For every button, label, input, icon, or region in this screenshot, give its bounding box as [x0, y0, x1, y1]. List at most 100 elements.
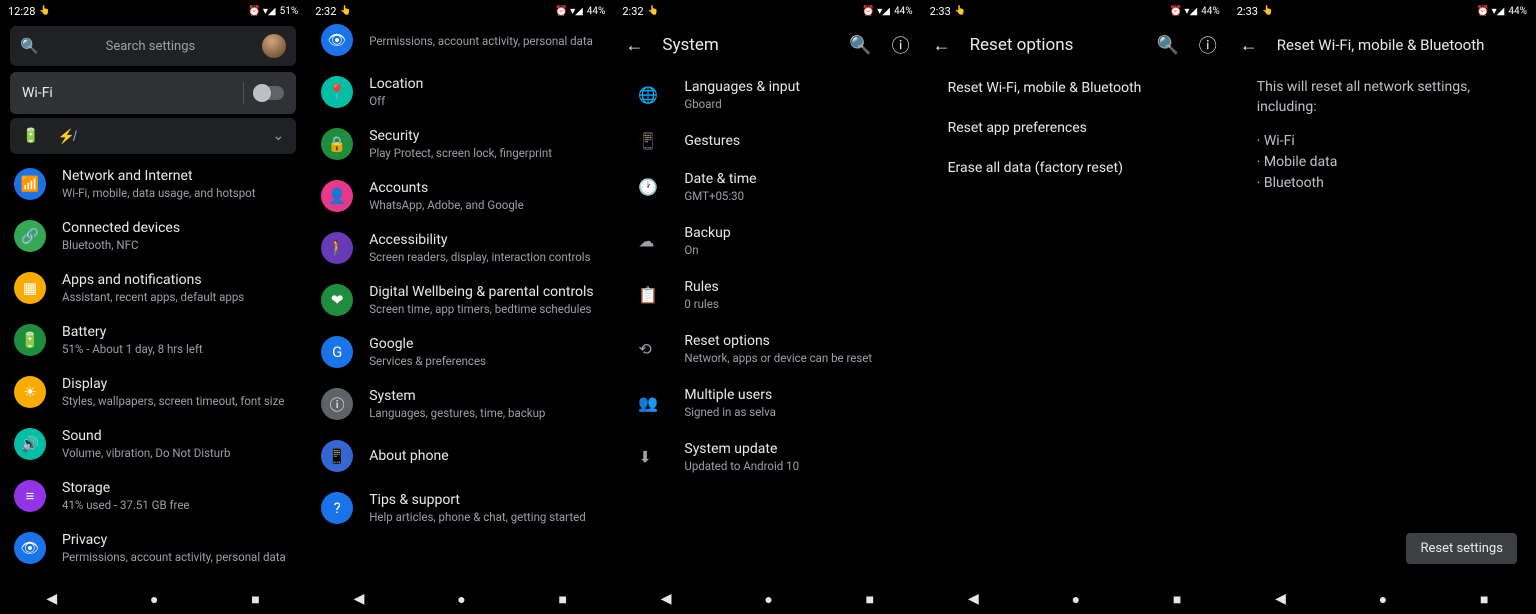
settings-row-partial[interactable]: 👁 Permissions, account activity, persona…	[313, 22, 607, 66]
settings-row[interactable]: 📶 Network and Internet Wi-Fi, mobile, da…	[6, 158, 300, 210]
settings-row[interactable]: 🔋 Battery 51% - About 1 day, 8 hrs left	[6, 314, 300, 366]
nav-home-icon[interactable]: ●	[764, 591, 772, 608]
row-icon: ❤	[321, 284, 353, 316]
settings-row[interactable]: 🚶 Accessibility Screen readers, display,…	[313, 222, 607, 274]
nav-bar: ◀ ● ■	[0, 584, 306, 614]
row-icon: 📱	[321, 440, 353, 472]
nav-back-icon[interactable]: ◀	[354, 591, 365, 607]
battery-chip-icon: 🔋	[22, 128, 39, 144]
nav-recent-icon[interactable]: ■	[866, 591, 874, 608]
settings-row[interactable]: 🔊 Sound Volume, vibration, Do Not Distur…	[6, 418, 300, 470]
avatar[interactable]	[262, 34, 286, 58]
row-title: Network and Internet	[62, 168, 292, 184]
settings-row[interactable]: ▦ Apps and notifications Assistant, rece…	[6, 262, 300, 314]
system-row[interactable]: 👥 Multiple users Signed in as selva	[620, 376, 914, 430]
settings-row[interactable]: ? Tips & support Help articles, phone & …	[313, 482, 607, 534]
status-bar: 2:32 👆 ⏰ ▾◢ 44%	[307, 0, 613, 22]
row-sub: Volume, vibration, Do Not Disturb	[62, 446, 292, 460]
settings-row[interactable]: G Google Services & preferences	[313, 326, 607, 378]
wifi-toggle[interactable]	[254, 86, 284, 100]
row-icon: 📶	[14, 168, 46, 200]
row-title: System	[369, 388, 599, 404]
search-placeholder: Search settings	[39, 39, 263, 54]
row-title: Battery	[62, 324, 292, 340]
system-row[interactable]: 🌐 Languages & input Gboard	[620, 68, 914, 122]
settings-row[interactable]: 🔒 Security Play Protect, screen lock, fi…	[313, 118, 607, 170]
row-icon: 🔗	[14, 220, 46, 252]
row-title: Connected devices	[62, 220, 292, 236]
nav-recent-icon[interactable]: ■	[1173, 591, 1181, 608]
status-bar: 12:28 👆 ⏰ ▾◢ 51%	[0, 0, 306, 22]
row-sub: 0 rules	[684, 297, 900, 311]
reset-option-row[interactable]: Reset app preferences	[928, 108, 1222, 148]
nav-bar: ◀ ● ■	[307, 584, 613, 614]
battery: 51%	[280, 6, 299, 17]
settings-row[interactable]: ☀ Display Styles, wallpapers, screen tim…	[6, 366, 300, 418]
system-row[interactable]: ⬇ System update Updated to Android 10	[620, 430, 914, 484]
back-icon[interactable]: ←	[930, 35, 954, 56]
settings-row[interactable]: ⓘ System Languages, gestures, time, back…	[313, 378, 607, 430]
reset-settings-button[interactable]: Reset settings	[1406, 533, 1516, 564]
touch-icon: 👆	[1262, 6, 1273, 16]
clock: 2:33	[930, 5, 951, 18]
nav-back-icon[interactable]: ◀	[661, 591, 672, 607]
system-row[interactable]: 📋 Rules 0 rules	[620, 268, 914, 322]
help-icon[interactable]: ⓘ	[1196, 32, 1220, 58]
search-icon[interactable]: 🔍	[849, 35, 873, 56]
settings-row[interactable]: 👤 Accounts WhatsApp, Adobe, and Google	[313, 170, 607, 222]
nav-recent-icon[interactable]: ■	[1480, 591, 1488, 608]
help-icon[interactable]: ⓘ	[889, 32, 913, 58]
row-title: Google	[369, 336, 599, 352]
system-row[interactable]: ☁ Backup On	[620, 214, 914, 268]
settings-row[interactable]: ≡ Storage 41% used - 37.51 GB free	[6, 470, 300, 522]
row-icon: 🕐	[638, 178, 658, 197]
nav-home-icon[interactable]: ●	[457, 591, 465, 608]
wifi-chip[interactable]: Wi-Fi	[10, 72, 296, 114]
bullet-item: · Mobile data	[1257, 152, 1507, 173]
back-icon[interactable]: ←	[622, 35, 646, 56]
reset-option-row[interactable]: Reset Wi-Fi, mobile & Bluetooth	[928, 68, 1222, 108]
system-row[interactable]: ⟲ Reset options Network, apps or device …	[620, 322, 914, 376]
nav-recent-icon[interactable]: ■	[251, 591, 259, 608]
row-icon: ⟲	[638, 340, 651, 359]
nav-back-icon[interactable]: ◀	[968, 591, 979, 607]
row-title: Rules	[684, 279, 900, 295]
row-sub: Signed in as selva	[684, 405, 900, 419]
system-row[interactable]: 🕐 Date & time GMT+05:30	[620, 160, 914, 214]
nav-home-icon[interactable]: ●	[1379, 591, 1387, 608]
status-indicators: ⏰ ▾◢	[1477, 6, 1505, 17]
touch-icon: 👆	[648, 6, 659, 16]
chevron-down-icon[interactable]: ⌄	[272, 128, 284, 144]
status-bar: 2:33 👆 ⏰ ▾◢ 44%	[922, 0, 1228, 22]
clock: 2:32	[622, 5, 643, 18]
nav-home-icon[interactable]: ●	[150, 591, 158, 608]
nav-home-icon[interactable]: ●	[1072, 591, 1080, 608]
row-icon: 📍	[321, 76, 353, 108]
row-icon: 🔋	[14, 324, 46, 356]
nav-back-icon[interactable]: ◀	[1275, 591, 1286, 607]
nav-recent-icon[interactable]: ■	[558, 591, 566, 608]
intro-paragraph: This will reset all network settings, in…	[1235, 68, 1529, 127]
search-bar[interactable]: 🔍 Search settings	[10, 26, 296, 66]
row-sub: On	[684, 243, 900, 257]
touch-icon: 👆	[955, 6, 966, 16]
reset-option-row[interactable]: Erase all data (factory reset)	[928, 148, 1222, 188]
row-title: Privacy	[62, 532, 292, 548]
settings-row[interactable]: 🔗 Connected devices Bluetooth, NFC	[6, 210, 300, 262]
settings-row[interactable]: 📍 Location Off	[313, 66, 607, 118]
quick-chip-bar[interactable]: 🔋 ⚡̸ ⌄	[10, 118, 296, 154]
back-icon[interactable]: ←	[1237, 35, 1261, 56]
row-icon: ⬇	[638, 448, 651, 467]
privacy-icon: 👁	[321, 24, 353, 56]
row-sub: Assistant, recent apps, default apps	[62, 290, 292, 304]
settings-row[interactable]: 👁 Privacy Permissions, account activity,…	[6, 522, 300, 574]
nav-back-icon[interactable]: ◀	[46, 591, 57, 607]
nav-bar: ◀ ● ■	[922, 584, 1228, 614]
row-sub: Help articles, phone & chat, getting sta…	[369, 510, 599, 524]
search-icon[interactable]: 🔍	[1156, 35, 1180, 56]
system-row[interactable]: 📱 Gestures	[620, 122, 914, 160]
row-icon: ⓘ	[321, 388, 353, 420]
settings-row[interactable]: ❤ Digital Wellbeing & parental controls …	[313, 274, 607, 326]
settings-row[interactable]: 📱 About phone	[313, 430, 607, 482]
clock: 2:33	[1237, 5, 1258, 18]
